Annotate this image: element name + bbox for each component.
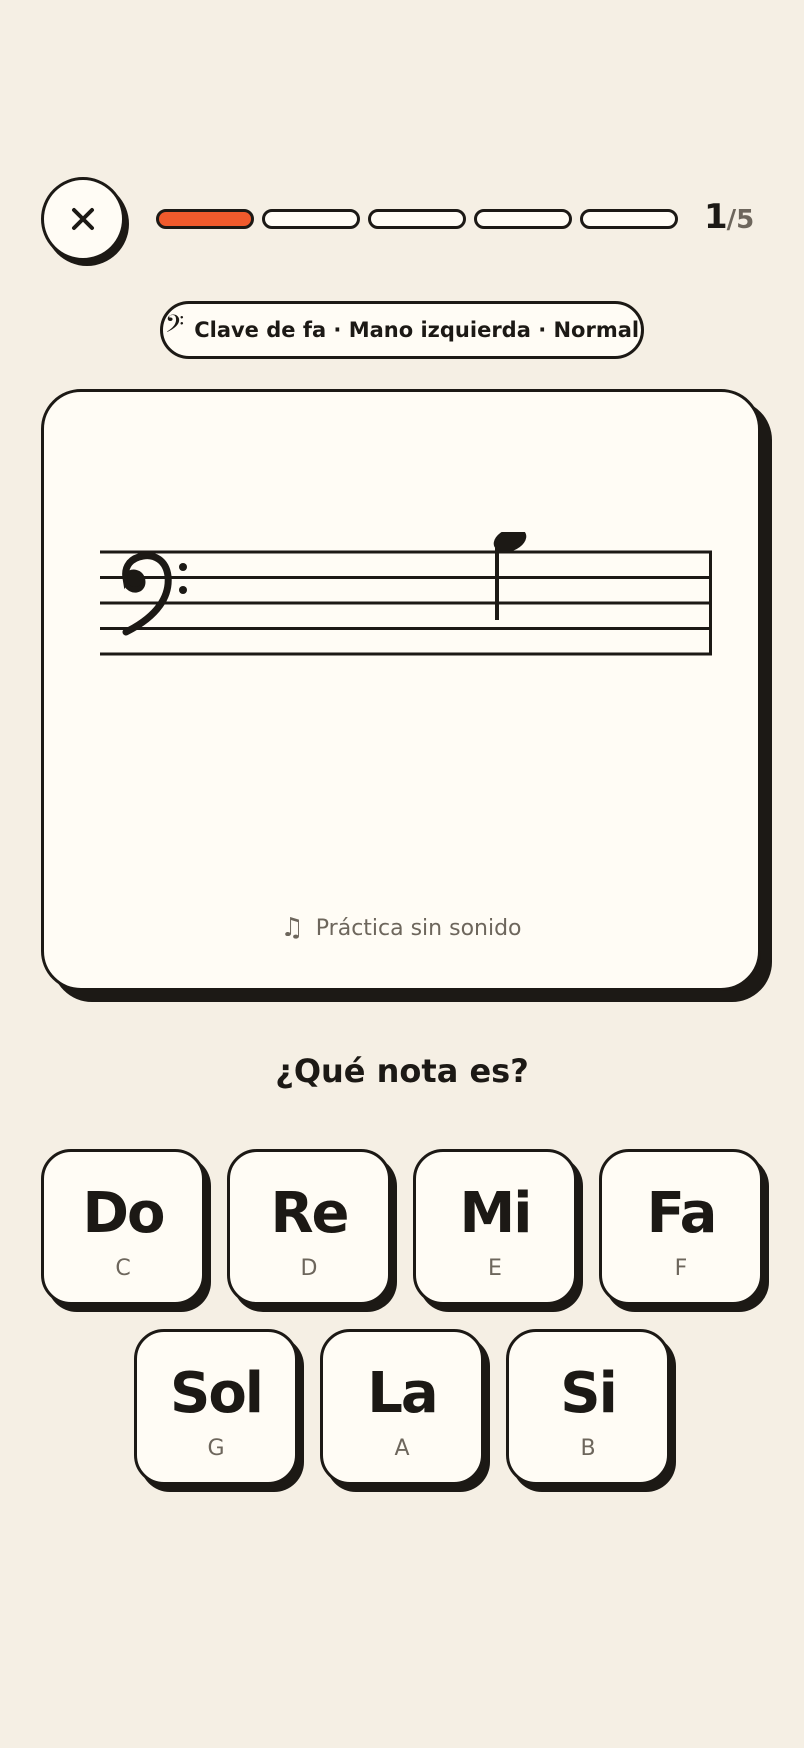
answer-button-re[interactable]: Re D xyxy=(227,1149,391,1305)
answer-button-la[interactable]: La A xyxy=(320,1329,484,1485)
answer-button-do[interactable]: Do C xyxy=(41,1149,205,1305)
answer-letter: F xyxy=(674,1256,688,1281)
progress-segment xyxy=(262,209,360,229)
mode-pill: 𝄢 Clave de fa · Mano izquierda · Normal xyxy=(160,301,644,359)
answer-name: Re xyxy=(270,1181,349,1246)
silent-practice-indicator: ♫ Práctica sin sonido xyxy=(44,915,758,941)
progress-segment xyxy=(156,209,254,229)
answer-button-mi[interactable]: Mi E xyxy=(413,1149,577,1305)
bass-clef-icon xyxy=(122,552,187,636)
close-button[interactable] xyxy=(41,177,125,261)
answer-name: Si xyxy=(560,1361,618,1426)
answer-letter: C xyxy=(115,1256,131,1281)
question-title: ¿Qué nota es? xyxy=(275,1052,529,1090)
answer-name: Fa xyxy=(646,1181,718,1246)
music-staff xyxy=(100,532,712,656)
mode-label: Clave de fa · Mano izquierda · Normal xyxy=(194,318,640,342)
answer-name: Do xyxy=(82,1181,166,1246)
exercise-card: ♫ Práctica sin sonido xyxy=(41,389,761,991)
bass-clef-icon: 𝄢 xyxy=(164,310,185,345)
progress-bar xyxy=(156,209,680,229)
progress-segment xyxy=(474,209,572,229)
answer-name: Sol xyxy=(170,1361,264,1426)
progress-counter: 1/5 xyxy=(704,200,754,234)
counter-current: 1 xyxy=(704,197,728,237)
answer-letter: E xyxy=(488,1256,502,1281)
answer-letter: G xyxy=(207,1436,225,1461)
close-icon xyxy=(72,208,94,230)
answer-button-si[interactable]: Si B xyxy=(506,1329,670,1485)
answer-letter: A xyxy=(394,1436,410,1461)
counter-total: /5 xyxy=(726,205,755,235)
answer-name: La xyxy=(367,1361,438,1426)
progress-segment xyxy=(580,209,678,229)
progress-segment xyxy=(368,209,466,229)
answer-button-sol[interactable]: Sol G xyxy=(134,1329,298,1485)
answer-letter: B xyxy=(580,1436,596,1461)
answer-button-fa[interactable]: Fa F xyxy=(599,1149,763,1305)
silent-practice-label: Práctica sin sonido xyxy=(315,915,522,941)
answer-name: Mi xyxy=(459,1181,533,1246)
answer-letter: D xyxy=(300,1256,318,1281)
music-note-icon: ♫ xyxy=(280,913,304,943)
